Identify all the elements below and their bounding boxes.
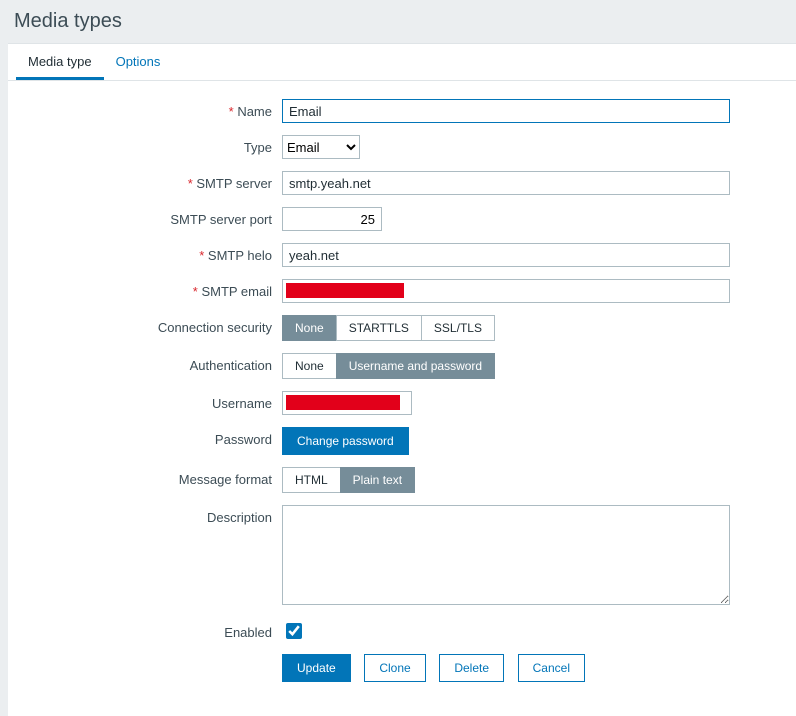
msg-format-plain[interactable]: Plain text [340,467,415,493]
label-smtp-helo: SMTP helo [38,243,282,263]
smtp-helo-input[interactable] [282,243,730,267]
form-panel: Media type Options Name Type Email SMTP … [8,43,796,716]
conn-sec-none[interactable]: None [282,315,337,341]
auth-none[interactable]: None [282,353,337,379]
update-button[interactable]: Update [282,654,351,682]
conn-security-group: None STARTTLS SSL/TLS [282,315,495,341]
conn-sec-starttls[interactable]: STARTTLS [336,315,422,341]
label-type: Type [38,135,282,155]
label-smtp-server: SMTP server [38,171,282,191]
page-title: Media types [14,10,782,33]
clone-button[interactable]: Clone [364,654,425,682]
description-textarea[interactable] [282,505,730,605]
redacted-overlay [286,395,400,410]
name-input[interactable] [282,99,730,123]
label-smtp-email: SMTP email [38,279,282,299]
authentication-group: None Username and password [282,353,495,379]
label-description: Description [38,505,282,525]
label-username: Username [38,391,282,411]
redacted-overlay [286,283,404,298]
label-message-format: Message format [38,467,282,487]
label-smtp-port: SMTP server port [38,207,282,227]
tab-options[interactable]: Options [104,44,173,80]
auth-userpass[interactable]: Username and password [336,353,495,379]
smtp-server-input[interactable] [282,171,730,195]
label-password: Password [38,427,282,447]
enabled-checkbox[interactable] [286,623,302,639]
delete-button[interactable]: Delete [439,654,504,682]
message-format-group: HTML Plain text [282,467,415,493]
msg-format-html[interactable]: HTML [282,467,341,493]
label-enabled: Enabled [38,620,282,640]
type-select[interactable]: Email [282,135,360,159]
cancel-button[interactable]: Cancel [518,654,585,682]
smtp-port-input[interactable] [282,207,382,231]
tabs: Media type Options [8,44,796,81]
label-name: Name [38,99,282,119]
label-authentication: Authentication [38,353,282,373]
label-conn-security: Connection security [38,315,282,335]
conn-sec-ssltls[interactable]: SSL/TLS [421,315,495,341]
tab-media-type[interactable]: Media type [16,44,104,80]
change-password-button[interactable]: Change password [282,427,409,455]
